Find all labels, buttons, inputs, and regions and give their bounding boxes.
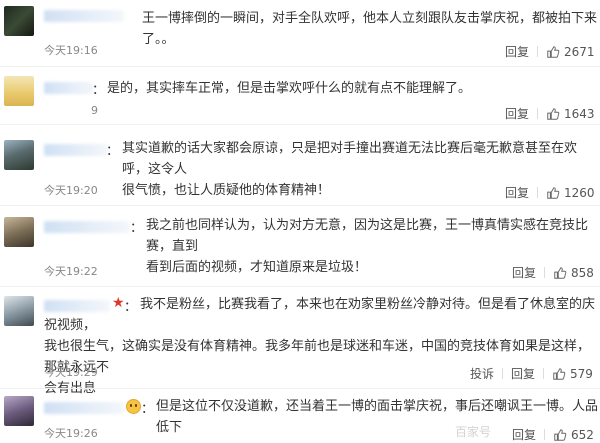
reply-button[interactable]: 回复 [511,365,535,382]
comment-time: 今天19:16 [44,44,98,57]
thumbs-up-icon [554,428,567,441]
username[interactable] [44,402,124,414]
avatar[interactable] [4,396,34,426]
comment-time: 今天19:22 [44,265,98,278]
reply-button[interactable]: 回复 [505,43,529,60]
like-button[interactable]: 1260 [546,186,595,200]
like-count: 2671 [564,44,595,59]
thumbs-up-icon [554,266,567,279]
like-button[interactable]: 2671 [546,45,595,59]
like-button[interactable]: 858 [553,266,594,280]
divider [537,187,539,198]
reply-button[interactable]: 回复 [505,184,529,201]
comment-actions: 回复 1643 [505,105,595,122]
divider [544,267,546,278]
divider [0,66,600,67]
divider [537,108,539,119]
avatar[interactable] [4,217,34,247]
divider [0,205,600,206]
like-count: 652 [571,427,594,442]
divider [0,388,600,389]
avatar[interactable] [4,76,34,106]
divider [544,429,546,440]
comment-text: 我不是粉丝，比赛我看了，本来也在劝家里粉丝冷静对待。但是看了休息室的庆祝视频， … [44,297,596,396]
avatar[interactable] [4,6,34,36]
comment-actions: 投诉 回复 579 [470,365,593,382]
username[interactable] [44,221,130,233]
username[interactable] [44,10,124,22]
reply-button[interactable]: 回复 [512,426,536,443]
name-separator: ： [141,402,155,417]
like-button[interactable]: 579 [552,367,593,381]
username[interactable] [44,144,108,156]
divider [537,46,539,57]
divider [0,124,600,125]
comment-time: 今天19:26 [44,427,98,440]
comment-actions: 回复 652 [512,426,594,443]
comment-time: 9 [91,104,98,117]
reply-button[interactable]: 回复 [505,105,529,122]
watermark: 百家号 [455,425,492,439]
comment-actions: 回复 1260 [505,184,595,201]
name-separator: ： [106,144,120,159]
like-button[interactable]: 1643 [546,107,595,121]
comment-time: 今天19:20 [44,184,98,197]
thumbs-up-icon [547,186,560,199]
thumbs-up-icon [547,107,560,120]
divider [543,368,545,379]
like-count: 579 [570,366,593,381]
like-count: 1643 [564,106,595,121]
emoji-icon [126,399,141,414]
report-button[interactable]: 投诉 [470,365,494,382]
comment-actions: 回复 2671 [505,43,595,60]
reply-button[interactable]: 回复 [512,264,536,281]
comment-actions: 回复 858 [512,264,594,281]
comment-time: 今天19:29 [44,366,98,379]
like-count: 1260 [564,185,595,200]
name-separator: ： [130,221,144,236]
avatar[interactable] [4,140,34,170]
like-count: 858 [571,265,594,280]
avatar[interactable] [4,296,34,326]
name-separator: ： [92,83,106,98]
thumbs-up-icon [547,45,560,58]
divider [0,286,600,287]
comment-text: 是的，其实摔车正常，但是击掌欢呼什么的就有点不能理解了。 [107,81,472,96]
thumbs-up-icon [553,367,566,380]
like-button[interactable]: 652 [553,428,594,442]
username[interactable] [44,82,94,94]
divider [502,368,504,379]
